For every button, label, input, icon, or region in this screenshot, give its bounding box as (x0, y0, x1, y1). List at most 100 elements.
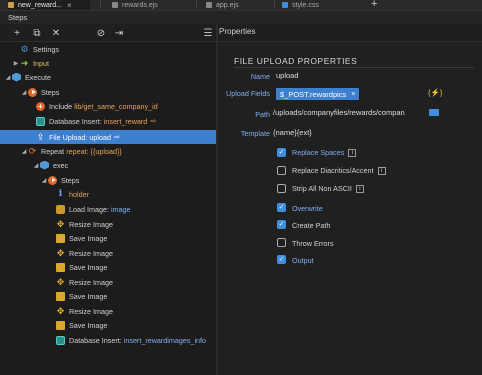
output-icon: ⇨ (113, 134, 120, 141)
disable-icon[interactable]: ⊘ (94, 26, 108, 40)
tree-item-value: repeat: {{upload}} (66, 146, 122, 156)
tab-new-reward[interactable]: new_reward... × (8, 0, 90, 10)
export-icon[interactable]: ⇥ (112, 26, 126, 40)
tree-item-resize-image[interactable]: ✥ Resize Image (0, 246, 216, 260)
tree-item-file-upload[interactable]: ⇪ File Upload: upload ⇨ (0, 130, 216, 144)
tree-item-steps[interactable]: ◢ Steps (0, 173, 216, 187)
ejs-file-icon (112, 2, 118, 8)
chevron-down-icon[interactable]: ◢ (20, 89, 28, 96)
path-label: Path (255, 110, 270, 119)
tree-item-label: exec (53, 160, 69, 170)
chevron-down-icon[interactable]: ◢ (4, 74, 12, 81)
folder-icon[interactable] (429, 109, 439, 116)
delete-icon[interactable]: ✕ (49, 26, 63, 40)
tree-item-label: Steps (41, 87, 60, 97)
throw-errors-checkbox[interactable] (277, 238, 286, 247)
tab-label: app.ejs (216, 1, 239, 9)
output-checkbox[interactable]: ✓ (277, 255, 286, 264)
tree-item-database-insert[interactable]: Database Insert: insert_rewardimages_inf… (0, 333, 216, 347)
tree-item-holder[interactable]: i holder (0, 187, 216, 201)
throw-errors-label: Throw Errors (292, 239, 334, 248)
tree-item-steps[interactable]: ◢ Steps (0, 85, 216, 99)
tab-separator (274, 1, 275, 9)
name-field[interactable]: upload (276, 71, 299, 80)
tree-item-label: Settings (33, 44, 59, 54)
duplicate-icon[interactable]: ⧉ (30, 26, 44, 40)
tree-item-include[interactable]: + Include lib/get_same_company_id (0, 99, 216, 113)
tree-item-save-image[interactable]: Save Image (0, 289, 216, 303)
close-icon[interactable]: × (67, 1, 72, 10)
tree-item-value: insert_rewardimages_info (123, 335, 207, 345)
info-icon[interactable]: i (348, 149, 357, 158)
save-icon (56, 291, 65, 301)
tab-rewards[interactable]: rewards.ejs (112, 0, 158, 10)
create-path-checkbox[interactable]: ✓ (277, 220, 286, 229)
tree-item-label: holder (69, 189, 89, 199)
save-icon (56, 262, 65, 272)
ejs-file-icon (206, 2, 212, 8)
overwrite-label: Overwrite (292, 204, 323, 213)
tree-item-save-image[interactable]: Save Image (0, 260, 216, 274)
replace-spaces-checkbox[interactable]: ✓ (277, 148, 286, 157)
tree-item-database-insert[interactable]: Database Insert: insert_reward ⇨ (0, 114, 216, 128)
tab-label: style.css (292, 1, 319, 9)
name-label: Name (250, 72, 270, 81)
info-icon[interactable]: i (355, 185, 364, 194)
template-label: Template (240, 129, 270, 138)
tree-item-settings[interactable]: ⚙ Settings (0, 42, 216, 56)
chevron-down-icon[interactable]: ◢ (32, 162, 40, 169)
chevron-down-icon[interactable]: ◢ (40, 177, 48, 184)
tab-app[interactable]: app.ejs (206, 0, 239, 10)
tree-item-label: Save Image (69, 320, 108, 330)
chevron-down-icon[interactable]: ◢ (20, 148, 28, 155)
upload-icon: ⇪ (36, 131, 45, 142)
properties-title: Properties (219, 27, 256, 36)
editor-tab-bar: new_reward... × rewards.ejs app.ejs styl… (0, 0, 482, 10)
tree-item-label: Save Image (69, 262, 108, 272)
tree-item-label: File Upload: (49, 132, 88, 142)
path-field[interactable]: /uploads/companyfiles/rewards/compan (273, 108, 455, 120)
tab-label: rewards.ejs (122, 1, 158, 9)
tree-item-resize-image[interactable]: ✥ Resize Image (0, 304, 216, 318)
steps-toolbar: + ⧉ ✕ ⊘ ⇥ ☰ Properties (0, 24, 482, 42)
tree-item-resize-image[interactable]: ✥ Resize Image (0, 217, 216, 231)
tree-item-execute[interactable]: ◢ Execute (0, 70, 216, 84)
chevron-right-icon[interactable]: ▶ (12, 60, 20, 67)
cube-icon (40, 160, 49, 170)
output-icon: ⇨ (150, 118, 157, 125)
tree-item-label: Resize Image (69, 277, 113, 287)
add-step-button[interactable]: + (10, 26, 24, 40)
chip-remove-icon[interactable]: × (351, 91, 355, 98)
play-icon (48, 175, 57, 185)
tree-item-input[interactable]: ▶ ➜ Input (0, 56, 216, 70)
template-field[interactable]: {name}{ext} (273, 128, 312, 137)
strip-non-ascii-checkbox[interactable] (277, 184, 286, 193)
tree-item-label: Input (33, 58, 49, 68)
upload-field-chip[interactable]: $_POST.rewardpics × (276, 88, 360, 100)
info-icon[interactable]: i (377, 167, 386, 176)
resize-icon: ✥ (56, 305, 65, 316)
dynamic-data-icon[interactable]: {⚡} (428, 88, 442, 97)
section-title: FILE UPLOAD PROPERTIES (234, 56, 358, 66)
new-tab-button[interactable]: + (371, 0, 377, 10)
create-path-label: Create Path (292, 221, 331, 230)
tree-item-resize-image[interactable]: ✥ Resize Image (0, 275, 216, 289)
overwrite-checkbox[interactable]: ✓ (277, 203, 286, 212)
tree-item-save-image[interactable]: Save Image (0, 231, 216, 245)
tree-item-label: Database Insert: (69, 335, 122, 345)
tab-style[interactable]: style.css (282, 0, 319, 10)
tree-item-load-image[interactable]: Load Image: image (0, 202, 216, 216)
save-icon (56, 320, 65, 330)
replace-diacritics-checkbox[interactable] (277, 166, 286, 175)
database-table-icon (36, 116, 45, 126)
css-file-icon (282, 2, 288, 8)
tree-item-label: Resize Image (69, 306, 113, 316)
output-label: Output (292, 256, 314, 265)
tree-item-exec[interactable]: ◢ exec (0, 158, 216, 172)
cube-icon (12, 72, 21, 82)
tree-item-save-image[interactable]: Save Image (0, 318, 216, 332)
tree-item-repeat[interactable]: ◢ ⟳ Repeat repeat: {{upload}} (0, 144, 216, 158)
tab-separator (196, 1, 197, 9)
tree-item-label: Resize Image (69, 219, 113, 229)
tree-item-label: Save Image (69, 291, 108, 301)
